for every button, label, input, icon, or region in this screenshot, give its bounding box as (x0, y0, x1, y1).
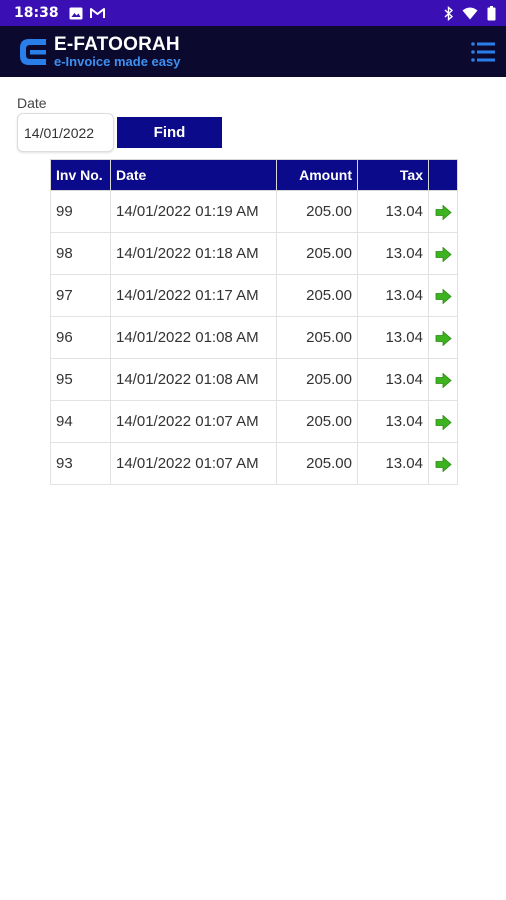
arrow-right-icon (435, 288, 452, 304)
cell-date: 14/01/2022 01:07 AM (110, 400, 277, 443)
cell-inv-no: 99 (50, 190, 111, 233)
arrow-right-icon (435, 330, 452, 346)
table-row: 94 14/01/2022 01:07 AM 205.00 13.04 (50, 400, 458, 443)
arrow-right-icon (435, 246, 452, 262)
arrow-right-icon (435, 204, 452, 220)
brand-name: E-FATOORAH (54, 34, 180, 55)
find-button[interactable]: Find (117, 117, 222, 148)
invoice-table: Inv No. Date Amount Tax 99 14/01/2022 01… (50, 159, 458, 485)
view-invoice-button[interactable] (428, 232, 458, 275)
brand-logo: E-FATOORAH e-Invoice made easy (16, 35, 180, 69)
cell-date: 14/01/2022 01:19 AM (110, 190, 277, 233)
status-bar: 18:38 (0, 0, 506, 26)
view-invoice-button[interactable] (428, 190, 458, 233)
cell-inv-no: 93 (50, 442, 111, 485)
view-invoice-button[interactable] (428, 358, 458, 401)
table-row: 97 14/01/2022 01:17 AM 205.00 13.04 (50, 274, 458, 317)
cell-inv-no: 95 (50, 358, 111, 401)
table-header-row: Inv No. Date Amount Tax (50, 159, 458, 191)
date-input[interactable] (17, 113, 114, 152)
arrow-right-icon (435, 372, 452, 388)
table-row: 96 14/01/2022 01:08 AM 205.00 13.04 (50, 316, 458, 359)
cell-tax: 13.04 (357, 316, 429, 359)
table-row: 95 14/01/2022 01:08 AM 205.00 13.04 (50, 358, 458, 401)
cell-tax: 13.04 (357, 190, 429, 233)
status-left-icons (69, 7, 105, 20)
cell-amount: 205.00 (276, 400, 358, 443)
cell-tax: 13.04 (357, 274, 429, 317)
cell-amount: 205.00 (276, 316, 358, 359)
arrow-right-icon (435, 456, 452, 472)
header-action (428, 159, 458, 191)
logo-icon (20, 38, 46, 65)
cell-inv-no: 94 (50, 400, 111, 443)
arrow-right-icon (435, 414, 452, 430)
menu-icon[interactable] (470, 39, 496, 65)
status-time: 18:38 (14, 5, 59, 21)
wifi-icon (462, 7, 478, 19)
cell-tax: 13.04 (357, 358, 429, 401)
cell-tax: 13.04 (357, 442, 429, 485)
app-bar: E-FATOORAH e-Invoice made easy (0, 26, 506, 77)
cell-date: 14/01/2022 01:08 AM (110, 358, 277, 401)
cell-amount: 205.00 (276, 232, 358, 275)
header-date: Date (110, 159, 277, 191)
table-row: 93 14/01/2022 01:07 AM 205.00 13.04 (50, 442, 458, 485)
table-row: 98 14/01/2022 01:18 AM 205.00 13.04 (50, 232, 458, 275)
gmail-icon (89, 8, 105, 18)
table-row: 99 14/01/2022 01:19 AM 205.00 13.04 (50, 190, 458, 233)
header-inv-no: Inv No. (50, 159, 111, 191)
status-right-icons (444, 5, 496, 21)
tagline: e-Invoice made easy (54, 54, 181, 69)
logo-text: E-FATOORAH e-Invoice made easy (54, 35, 180, 68)
cell-tax: 13.04 (357, 400, 429, 443)
cell-date: 14/01/2022 01:18 AM (110, 232, 277, 275)
cell-amount: 205.00 (276, 274, 358, 317)
cell-date: 14/01/2022 01:17 AM (110, 274, 277, 317)
view-invoice-button[interactable] (428, 316, 458, 359)
bluetooth-icon (444, 5, 453, 21)
cell-inv-no: 98 (50, 232, 111, 275)
battery-icon (487, 5, 496, 20)
view-invoice-button[interactable] (428, 400, 458, 443)
photo-icon (69, 7, 83, 19)
header-amount: Amount (276, 159, 358, 191)
cell-amount: 205.00 (276, 358, 358, 401)
cell-inv-no: 96 (50, 316, 111, 359)
view-invoice-button[interactable] (428, 274, 458, 317)
cell-date: 14/01/2022 01:07 AM (110, 442, 277, 485)
view-invoice-button[interactable] (428, 442, 458, 485)
cell-amount: 205.00 (276, 442, 358, 485)
header-tax: Tax (357, 159, 429, 191)
date-label: Date (17, 95, 47, 111)
cell-inv-no: 97 (50, 274, 111, 317)
cell-date: 14/01/2022 01:08 AM (110, 316, 277, 359)
cell-tax: 13.04 (357, 232, 429, 275)
cell-amount: 205.00 (276, 190, 358, 233)
